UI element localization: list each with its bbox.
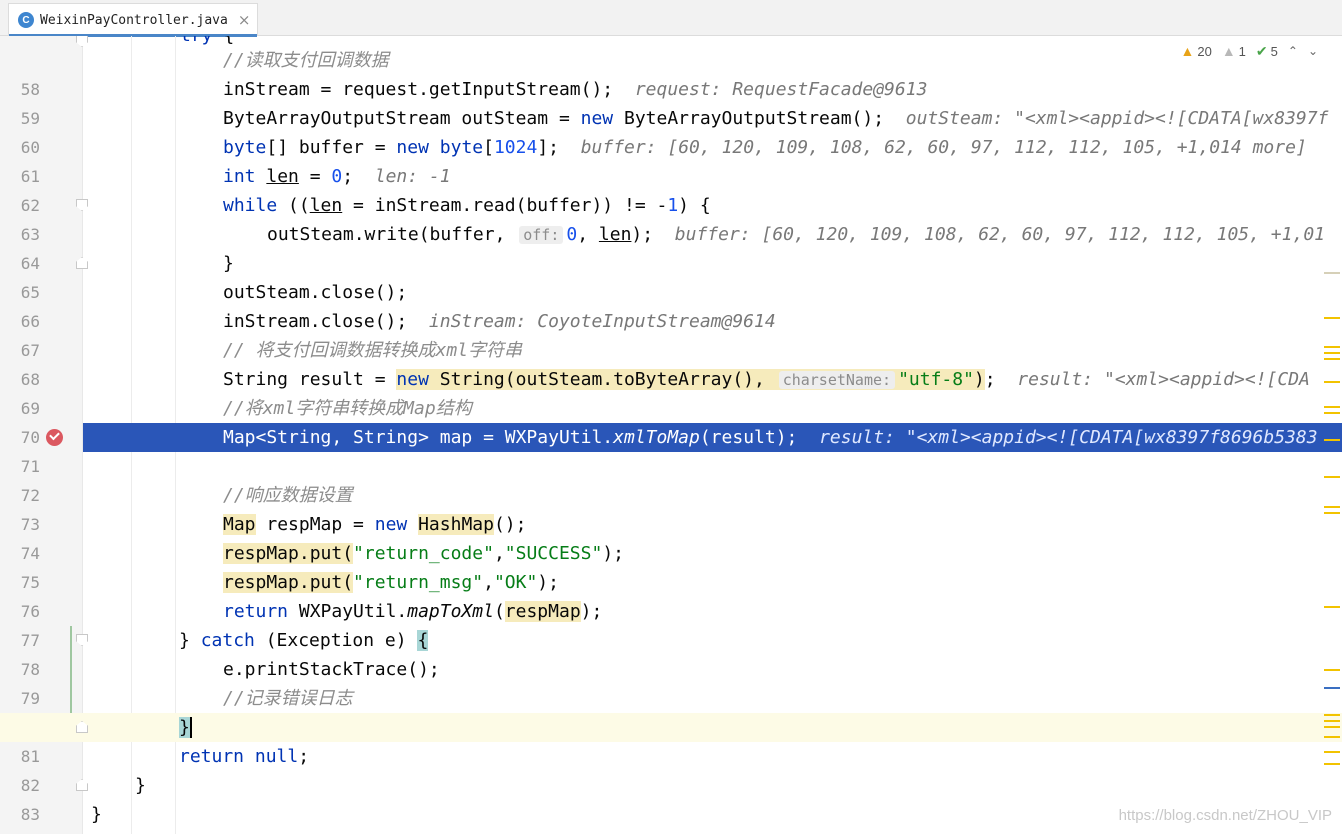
debug-value-hint: buffer: [60, 120, 109, 108, 62, 60, 97, … (580, 137, 1307, 158)
code-comment: //响应数据设置 (223, 485, 353, 506)
debug-value-hint: result: "<xml><appid><![CDATA[wx8397f869… (819, 427, 1318, 448)
caret-line: 81 } (0, 713, 1342, 766)
stripe-mark[interactable] (1324, 476, 1340, 478)
typos-count: 5 (1270, 43, 1278, 59)
stripe-mark[interactable] (1324, 317, 1340, 319)
stripe-mark[interactable] (1324, 714, 1340, 716)
code-line: 70 //将xml字符串转换成Map结构 (0, 394, 1342, 447)
error-stripe[interactable] (1322, 36, 1342, 834)
parameter-hint: charsetName: (778, 371, 896, 389)
stripe-mark[interactable] (1324, 412, 1340, 414)
code-line: 62 int len = 0; len: -1 (0, 162, 1342, 215)
stripe-mark[interactable] (1324, 736, 1340, 738)
code-line: 64 outSteam.write(buffer, off: 0, len); b… (0, 220, 1342, 273)
code-line: 61 byte[] buffer = new byte[1024]; buffe… (0, 133, 1342, 186)
code-line: 79 e.printStackTrace(); (0, 655, 1342, 708)
typos-counter[interactable]: ✔ 5 (1256, 43, 1278, 60)
weak-warnings-count: 1 (1238, 43, 1246, 59)
debug-value-hint: len: -1 (374, 166, 451, 187)
code-editor[interactable]: try { 58 //读取支付回调数据 59 inStream = reques… (0, 36, 1342, 834)
close-tab-icon[interactable]: × (238, 11, 251, 29)
tab-label: WeixinPayController.java (40, 12, 228, 28)
stripe-mark[interactable] (1324, 720, 1340, 722)
breakpoint-icon[interactable] (46, 429, 63, 446)
debug-value-hint: request: RequestFacade@9613 (634, 79, 928, 100)
code-comment: // 将支付回调数据转换成xml字符串 (223, 340, 523, 361)
code-line: 69 String result = new String(outSteam.t… (0, 365, 1342, 418)
code-line: 58 //读取支付回调数据 (0, 46, 1342, 99)
code-line: 80 //记录错误日志 (0, 684, 1342, 737)
code-line: 82 return null; (0, 742, 1342, 795)
stripe-mark[interactable] (1324, 358, 1340, 360)
weak-warning-icon: ▲ (1221, 43, 1236, 59)
chevron-down-icon[interactable]: ⌄ (1308, 44, 1318, 58)
stripe-mark[interactable] (1324, 512, 1340, 514)
check-icon: ✔ (1255, 42, 1268, 59)
debug-value-hint: result: "<xml><appid><![CDA (1017, 369, 1310, 390)
code-line: 67 inStream.close(); inStream: CoyoteInp… (0, 307, 1342, 360)
code-line: 76 respMap.put("return_msg","OK"); (0, 568, 1342, 621)
current-execution-line: 71 Map<String, String> map = WXPayUtil.x… (0, 423, 1342, 476)
code-line: 77 return WXPayUtil.mapToXml(respMap); (0, 597, 1342, 650)
tab-weixinpaycontroller[interactable]: C WeixinPayController.java × (8, 3, 258, 37)
java-class-icon: C (18, 12, 34, 28)
stripe-mark[interactable] (1324, 669, 1340, 671)
stripe-mark[interactable] (1324, 751, 1340, 753)
code-line: 68 // 将支付回调数据转换成xml字符串 (0, 336, 1342, 389)
code-line: 63 while ((len = inStream.read(buffer)) … (0, 191, 1342, 244)
code-line: 66 outSteam.close(); (0, 278, 1342, 331)
code-comment: //将xml字符串转换成Map结构 (223, 398, 472, 419)
weak-warnings-counter[interactable]: ▲ 1 (1222, 43, 1246, 59)
stripe-mark[interactable] (1324, 272, 1340, 274)
parameter-hint: off: (519, 226, 564, 244)
code-line: 75 respMap.put("return_code","SUCCESS"); (0, 539, 1342, 592)
code-comment: //记录错误日志 (223, 688, 353, 709)
code-comment: //读取支付回调数据 (223, 50, 389, 71)
code-line: 74 Map respMap = new HashMap(); (0, 510, 1342, 563)
stripe-mark[interactable] (1324, 763, 1340, 765)
code-line: 78 } catch (Exception e) { (0, 626, 1342, 679)
stripe-mark[interactable] (1324, 406, 1340, 408)
stripe-mark[interactable] (1324, 381, 1340, 383)
stripe-mark[interactable] (1324, 726, 1340, 728)
chevron-up-icon[interactable]: ⌃ (1288, 44, 1298, 58)
code-line: 59 inStream = request.getInputStream(); … (0, 75, 1342, 128)
editor-tab-bar: C WeixinPayController.java × (0, 0, 1342, 37)
stripe-mark[interactable] (1324, 687, 1340, 689)
code-line: 60 ByteArrayOutputStream outSteam = new … (0, 104, 1342, 157)
stripe-mark[interactable] (1324, 506, 1340, 508)
stripe-mark[interactable] (1324, 346, 1340, 348)
debug-value-hint: buffer: [60, 120, 109, 108, 62, 60, 97, … (674, 224, 1325, 245)
line-number: 84 (0, 829, 40, 834)
warnings-count: 20 (1197, 43, 1212, 59)
code-line: 73 //响应数据设置 (0, 481, 1342, 534)
debug-value-hint: outSteam: "<xml><appid><![CDATA[wx8397f (905, 108, 1329, 129)
debug-value-hint: inStream: CoyoteInputStream@9614 (428, 311, 776, 332)
code-line: 72 (0, 452, 1342, 505)
watermark: https://blog.csdn.net/ZHOU_VIP (1118, 807, 1332, 824)
code-line: 83 } (0, 771, 1342, 824)
stripe-mark[interactable] (1324, 606, 1340, 608)
warnings-counter[interactable]: ▲ 20 (1180, 43, 1211, 59)
stripe-mark[interactable] (1324, 352, 1340, 354)
warning-icon: ▲ (1180, 43, 1195, 59)
stripe-mark[interactable] (1324, 439, 1340, 441)
inspection-widget[interactable]: ▲ 20 ▲ 1 ✔ 5 ⌃ ⌄ (1180, 41, 1318, 61)
code-line: 65 } (0, 249, 1342, 302)
